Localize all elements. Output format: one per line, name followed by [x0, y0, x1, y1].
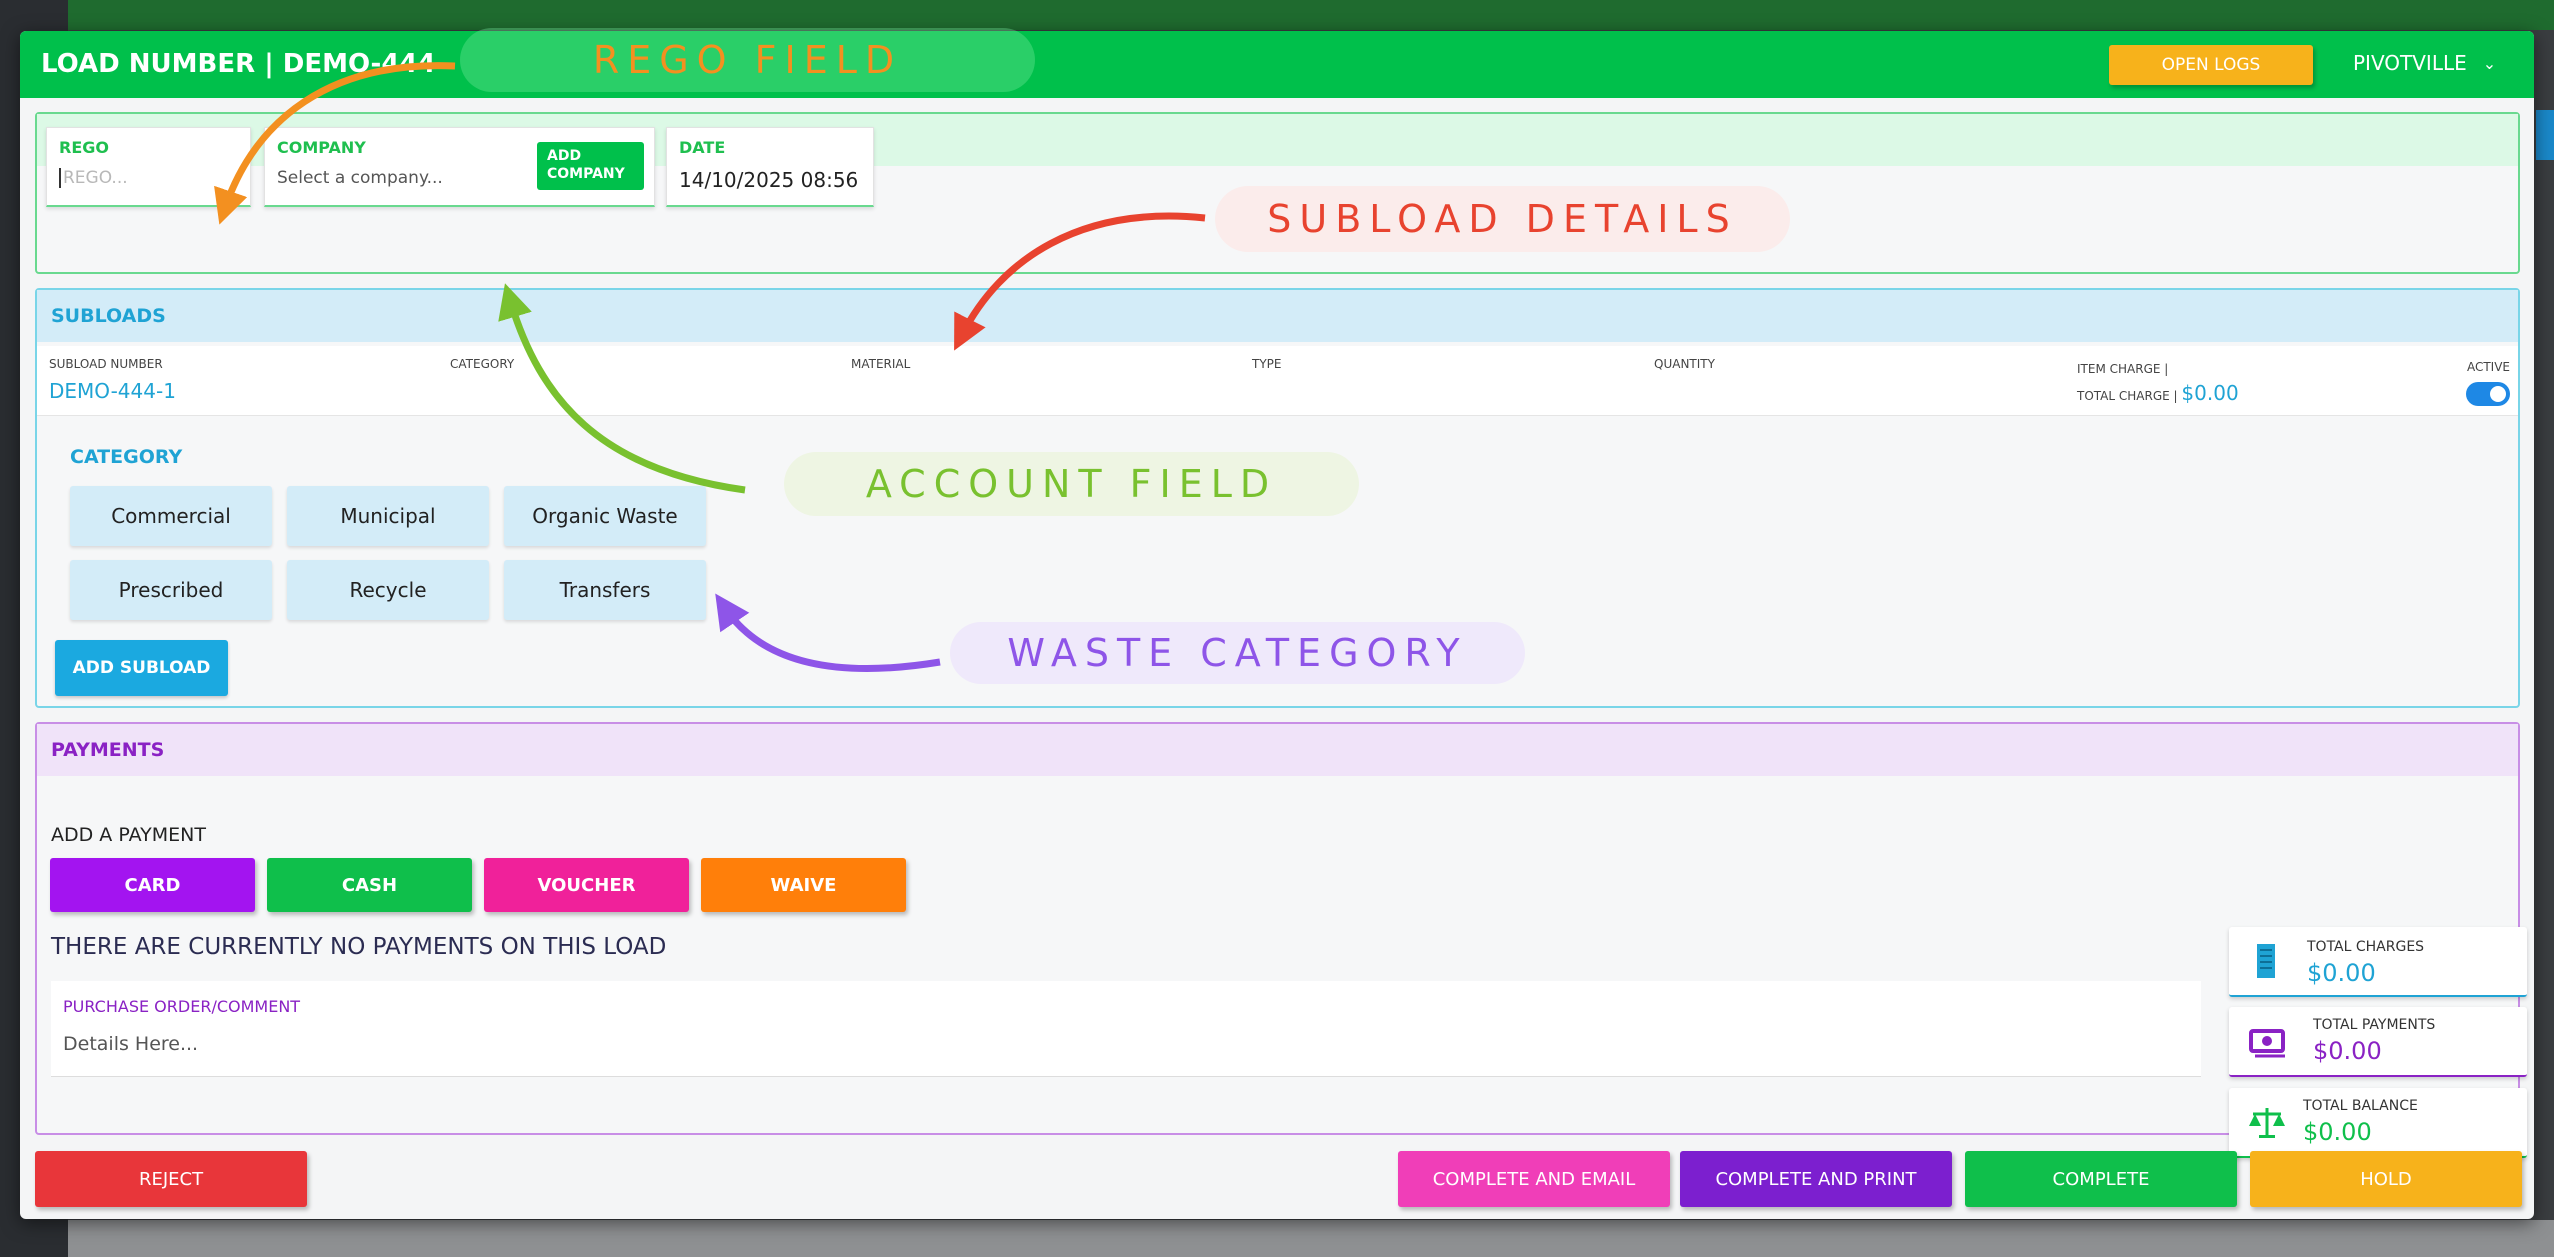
- annotation-arrows: [214, 62, 1206, 672]
- rego-arrow: [214, 62, 456, 225]
- account-arrow: [498, 283, 746, 494]
- waste-arrow: [715, 593, 941, 672]
- subload-arrow: [954, 212, 1206, 351]
